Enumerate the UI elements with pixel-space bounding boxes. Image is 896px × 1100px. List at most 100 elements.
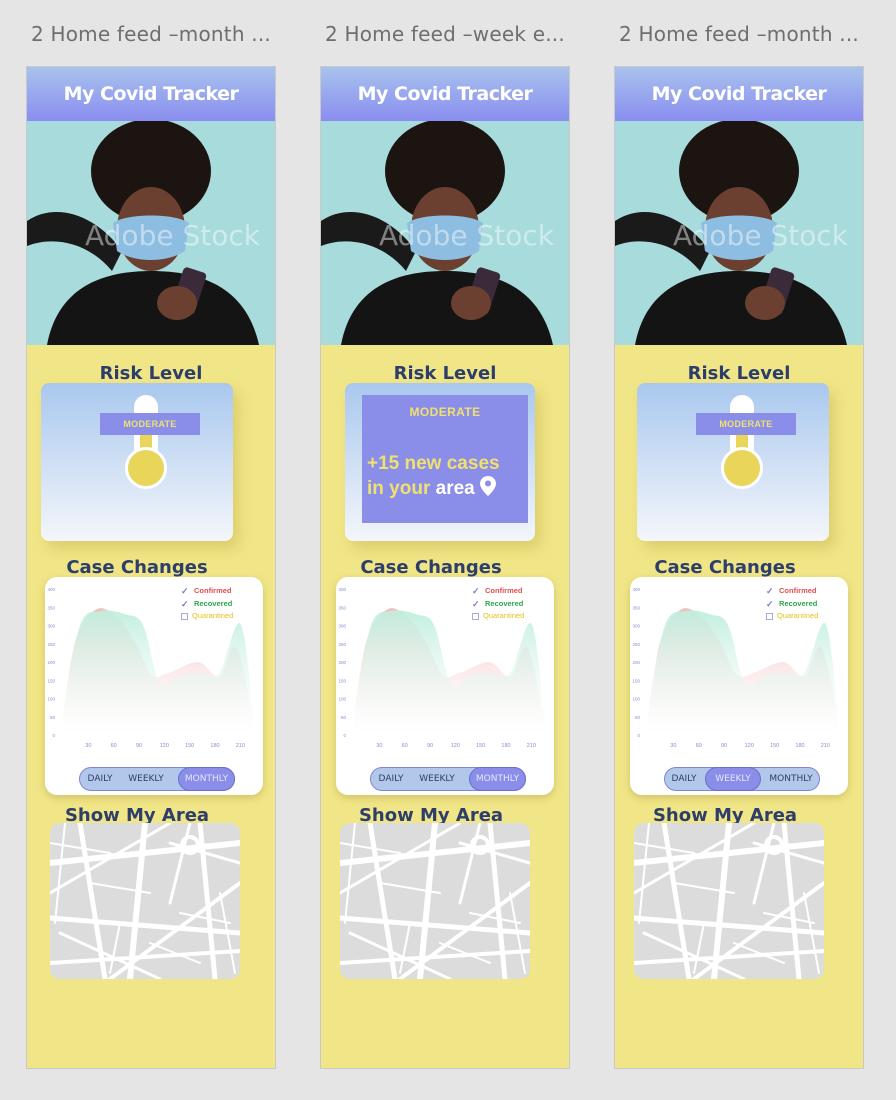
- risk-card[interactable]: MODERATE: [637, 383, 829, 541]
- case-changes-title: Case Changes: [66, 557, 208, 578]
- x-tick-label: 120: [160, 743, 169, 749]
- y-tick-label: 300: [632, 624, 640, 629]
- risk-card[interactable]: MODERATE: [41, 383, 233, 541]
- watermark-text: Adobe Stock: [379, 219, 555, 252]
- artboard-frame-2[interactable]: My Covid Tracker Adobe Stock Risk Level …: [320, 66, 570, 1069]
- alert-message: +15 new cases in your area: [367, 453, 500, 499]
- case-changes-title: Case Changes: [360, 557, 502, 578]
- legend-confirmed[interactable]: ✓ Confirmed: [766, 585, 818, 598]
- app-title: My Covid Tracker: [63, 83, 239, 105]
- watermark-text: Adobe Stock: [85, 219, 261, 252]
- y-tick-label: 100: [338, 697, 346, 702]
- legend-quarantined[interactable]: Quarantined: [766, 610, 818, 623]
- x-tick-label: 30: [670, 743, 676, 749]
- y-tick-label: 300: [338, 624, 346, 629]
- x-tick-label: 180: [210, 743, 219, 749]
- tab-weekly[interactable]: WEEKLY: [411, 768, 463, 790]
- chart-legend: ✓ Confirmed ✓ Recovered Quarantined: [766, 585, 818, 623]
- x-tick-label: 120: [745, 743, 754, 749]
- x-tick-label: 120: [451, 743, 460, 749]
- area-map[interactable]: [634, 823, 824, 979]
- risk-level-title: Risk Level: [687, 363, 791, 384]
- thermometer-bulb: [125, 447, 167, 489]
- tab-weekly[interactable]: WEEKLY: [120, 768, 172, 790]
- new-cases-alert[interactable]: MODERATE +15 new cases in your area: [362, 395, 528, 523]
- checkbox-icon: [472, 612, 479, 620]
- series-area-recovered: [648, 610, 838, 735]
- y-tick-label: 0: [52, 733, 55, 738]
- location-pin-icon: [480, 476, 497, 496]
- y-tick-label: 350: [338, 605, 346, 610]
- artboard-title-3[interactable]: 2 Home feed –month ...: [619, 22, 871, 46]
- area-map[interactable]: [340, 823, 530, 979]
- y-tick-label: 200: [632, 660, 640, 665]
- x-tick-label: 30: [376, 743, 382, 749]
- app-header: My Covid Tracker: [27, 67, 275, 121]
- x-tick-label: 180: [795, 743, 804, 749]
- check-icon: ✓: [181, 598, 189, 609]
- artboard-title-2[interactable]: 2 Home feed –week e...: [325, 22, 577, 46]
- tab-monthly[interactable]: MONTHLY: [469, 767, 526, 791]
- risk-level-title: Risk Level: [99, 363, 203, 384]
- hero-photo: Adobe Stock: [321, 121, 569, 345]
- case-changes-title: Case Changes: [654, 557, 796, 578]
- y-tick-label: 200: [338, 660, 346, 665]
- y-tick-label: 350: [632, 605, 640, 610]
- case-chart-card: 0 50 100 150 200 250 300 350 400 30 60 90 120 150 180 2…: [45, 577, 263, 795]
- case-chart-card: 0 50 100 150 200 250 300 350 400 30 60 90 120 150 180 2…: [630, 577, 848, 795]
- x-tick-label: 90: [427, 743, 433, 749]
- app-header: My Covid Tracker: [321, 67, 569, 121]
- legend-quarantined[interactable]: Quarantined: [181, 610, 233, 623]
- y-tick-label: 300: [47, 624, 55, 629]
- tab-daily[interactable]: DAILY: [371, 768, 411, 790]
- x-tick-label: 60: [696, 743, 702, 749]
- x-tick-label: 60: [402, 743, 408, 749]
- check-icon: ✓: [766, 586, 774, 596]
- risk-card[interactable]: MODERATE +15 new cases in your area: [345, 383, 535, 541]
- tab-weekly[interactable]: WEEKLY: [705, 767, 761, 791]
- legend-confirmed[interactable]: ✓ Confirmed: [181, 585, 233, 598]
- y-tick-label: 400: [47, 587, 55, 592]
- check-icon: ✓: [472, 598, 480, 609]
- y-tick-label: 350: [47, 605, 55, 610]
- legend-quarantined[interactable]: Quarantined: [472, 610, 524, 623]
- artboard-title-1[interactable]: 2 Home feed –month ...: [31, 22, 283, 46]
- legend-recovered[interactable]: ✓ Recovered: [472, 598, 524, 611]
- legend-recovered[interactable]: ✓ Recovered: [181, 598, 233, 611]
- risk-level-badge: MODERATE: [409, 405, 481, 419]
- tab-monthly[interactable]: MONTHLY: [763, 768, 819, 790]
- x-tick-label: 60: [111, 743, 117, 749]
- x-tick-label: 210: [236, 743, 245, 749]
- x-tick-label: 150: [185, 743, 194, 749]
- y-tick-label: 150: [47, 678, 55, 683]
- series-area-recovered: [63, 610, 253, 735]
- x-tick-label: 210: [527, 743, 536, 749]
- risk-level-badge: MODERATE: [696, 413, 796, 435]
- tab-monthly[interactable]: MONTHLY: [178, 767, 235, 791]
- artboard-frame-1[interactable]: My Covid Tracker Adobe Stock Risk Level …: [26, 66, 276, 1069]
- y-tick-label: 250: [338, 642, 346, 647]
- x-tick-label: 90: [136, 743, 142, 749]
- tab-daily[interactable]: DAILY: [80, 768, 120, 790]
- legend-recovered[interactable]: ✓ Recovered: [766, 598, 818, 611]
- tab-daily[interactable]: DAILY: [665, 768, 703, 790]
- thermometer-bulb: [721, 447, 763, 489]
- artboard-frame-3[interactable]: My Covid Tracker Adobe Stock Risk Level …: [614, 66, 864, 1069]
- app-title: My Covid Tracker: [651, 83, 827, 105]
- hero-photo: Adobe Stock: [615, 121, 863, 345]
- area-map[interactable]: [50, 823, 240, 979]
- y-tick-label: 400: [632, 587, 640, 592]
- x-tick-label: 150: [476, 743, 485, 749]
- y-tick-label: 50: [341, 715, 347, 720]
- legend-confirmed[interactable]: ✓ Confirmed: [472, 585, 524, 598]
- watermark-text: Adobe Stock: [673, 219, 849, 252]
- x-tick-label: 180: [501, 743, 510, 749]
- check-icon: ✓: [766, 598, 774, 609]
- x-tick-label: 30: [85, 743, 91, 749]
- y-tick-label: 50: [50, 715, 56, 720]
- y-tick-label: 100: [47, 697, 55, 702]
- y-tick-label: 50: [635, 715, 641, 720]
- y-tick-label: 0: [637, 733, 640, 738]
- hero-photo: Adobe Stock: [27, 121, 275, 345]
- case-chart-card: 0 50 100 150 200 250 300 350 400 30 60 90 120 150 180 2…: [336, 577, 554, 795]
